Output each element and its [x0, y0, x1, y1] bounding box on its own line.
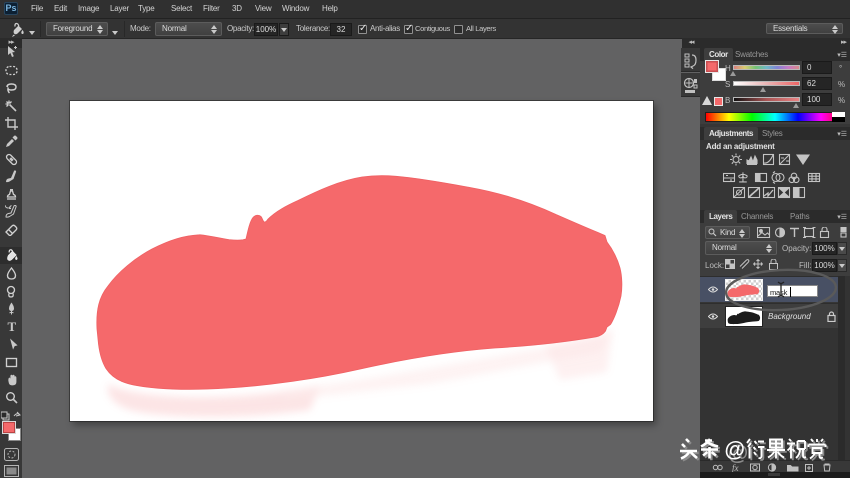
- svg-text:@: @: [725, 439, 745, 462]
- svg-text:T: T: [8, 320, 17, 333]
